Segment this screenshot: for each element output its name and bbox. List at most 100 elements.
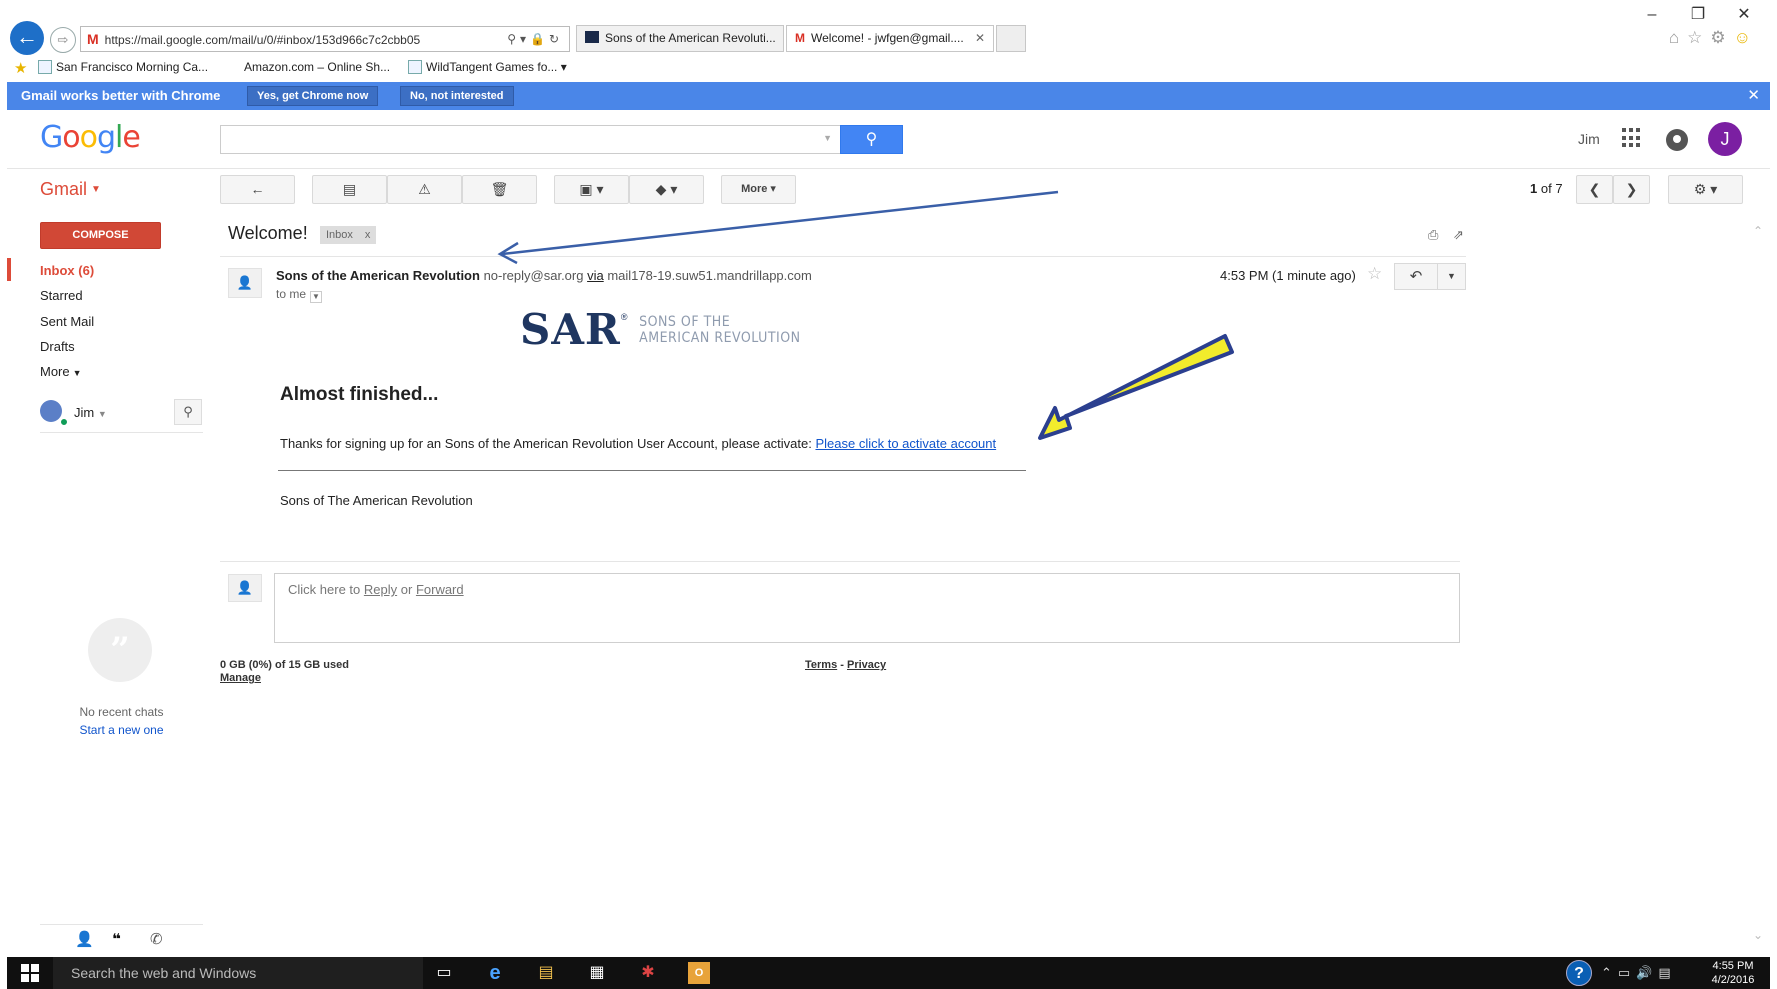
registered-mark-icon: ® <box>620 312 628 322</box>
older-button[interactable]: ❯ <box>1613 175 1650 204</box>
store-icon[interactable]: ▦ <box>586 962 608 984</box>
hangouts-user[interactable]: Jim ▼ <box>74 405 107 420</box>
internet-explorer-icon[interactable]: e <box>484 962 506 984</box>
message-subject: Welcome! <box>228 223 308 243</box>
compose-button[interactable]: COMPOSE <box>40 222 161 249</box>
gmail-menu[interactable]: Gmail ▼ <box>40 179 101 200</box>
task-view-icon[interactable]: ▭ <box>433 962 455 984</box>
show-details-icon[interactable]: ▼ <box>310 291 323 303</box>
reply-button[interactable]: ↶ <box>1394 263 1438 290</box>
favorite-link[interactable]: WildTangent Games fo... ▾ <box>408 60 567 74</box>
forward-button[interactable]: ⇨ <box>50 27 76 53</box>
report-spam-button[interactable]: ⚠ <box>387 175 462 204</box>
windows-start-icon[interactable] <box>21 964 39 982</box>
taskbar-clock[interactable]: 4:55 PM 4/2/2016 <box>1707 959 1759 987</box>
sar-logo-subtitle: SONS OF THE AMERICAN REVOLUTION <box>639 314 801 346</box>
message-more-button[interactable]: ▼ <box>1438 263 1466 290</box>
divider <box>220 256 1466 257</box>
not-interested-button[interactable]: No, not interested <box>400 86 514 106</box>
chevron-down-icon: ▼ <box>72 368 82 378</box>
sender-name[interactable]: Sons of the American Revolution <box>276 268 480 283</box>
search-button[interactable]: ⚲ <box>840 125 903 154</box>
file-explorer-icon[interactable]: ▤ <box>535 962 557 984</box>
reply-link[interactable]: Reply <box>364 582 397 597</box>
browser-chrome: – ❐ ✕ ← ⇨ Mhttps://mail.google.com/mail/… <box>0 0 1777 56</box>
chevron-down-icon: ▼ <box>1447 271 1456 281</box>
settings-gear-icon[interactable]: ⚙ <box>1710 28 1733 47</box>
sar-logo: SAR® SONS OF THE AMERICAN REVOLUTION <box>520 308 801 352</box>
sidebar-item-more[interactable]: More ▼ <box>40 364 82 379</box>
archive-button[interactable]: ▤ <box>312 175 387 204</box>
account-name[interactable]: Jim <box>1578 131 1600 147</box>
settings-button[interactable]: ⚙ ▾ <box>1668 175 1743 204</box>
move-to-button[interactable]: ▣ ▾ <box>554 175 629 204</box>
sidebar-item-drafts[interactable]: Drafts <box>40 339 75 354</box>
remove-label-icon[interactable]: x <box>365 229 371 241</box>
notifications-icon[interactable] <box>1666 129 1688 151</box>
taskbar-search[interactable]: Search the web and Windows <box>53 957 423 989</box>
favorite-link[interactable]: Amazon.com – Online Sh... <box>244 60 390 74</box>
favorites-star-icon[interactable]: ★ <box>14 59 27 77</box>
back-button[interactable]: ← <box>10 21 44 55</box>
phone-icon[interactable]: ✆ <box>150 930 163 948</box>
sidebar-item-inbox[interactable]: Inbox (6) <box>40 263 94 278</box>
hangouts-icon[interactable]: ❝ <box>112 930 121 948</box>
logo-letter: o <box>79 120 98 155</box>
favorites-star-icon[interactable]: ☆ <box>1687 28 1710 47</box>
hangouts-search-button[interactable]: ⚲ <box>174 399 202 425</box>
contacts-icon[interactable]: 👤 <box>75 930 94 948</box>
chevron-down-icon: ▼ <box>91 184 101 195</box>
get-chrome-button[interactable]: Yes, get Chrome now <box>247 86 379 106</box>
outlook-icon[interactable]: O <box>688 962 710 984</box>
via-link[interactable]: via <box>587 268 604 283</box>
close-tab-icon[interactable]: ✕ <box>975 26 985 51</box>
gmail-favicon-icon: M <box>87 31 99 47</box>
privacy-link[interactable]: Privacy <box>847 659 886 671</box>
close-icon[interactable]: ✕ <box>1747 86 1760 104</box>
restore-button[interactable]: ❐ <box>1678 4 1718 26</box>
minimize-button[interactable]: – <box>1632 4 1672 26</box>
sar-logo-main: SAR <box>520 305 621 354</box>
close-window-button[interactable]: ✕ <box>1724 4 1764 26</box>
reply-box[interactable]: Click here to Reply or Forward <box>274 573 1460 643</box>
sidebar-item-starred[interactable]: Starred <box>40 288 83 303</box>
selected-indicator <box>7 258 11 281</box>
print-icon[interactable]: ⎙ <box>1428 227 1438 243</box>
home-icon[interactable]: ⌂ <box>1669 28 1687 47</box>
address-bar[interactable]: Mhttps://mail.google.com/mail/u/0/#inbox… <box>80 26 570 52</box>
favorite-link[interactable]: San Francisco Morning Ca... <box>38 60 208 74</box>
app-icon[interactable]: ✱ <box>637 962 659 984</box>
scroll-down-icon[interactable]: ⌄ <box>1753 928 1763 942</box>
feedback-smiley-icon[interactable]: ☺ <box>1734 28 1759 47</box>
avatar[interactable]: J <box>1708 122 1742 156</box>
more-actions-button[interactable]: More ▾ <box>721 175 796 204</box>
inbox-label-chip[interactable]: Inbox x <box>320 226 377 244</box>
sidebar-item-sent[interactable]: Sent Mail <box>40 314 94 329</box>
star-icon[interactable]: ☆ <box>1367 264 1382 284</box>
logo-letter: G <box>40 120 63 155</box>
manage-storage-link[interactable]: Manage <box>220 672 261 684</box>
new-tab-button[interactable] <box>996 25 1026 52</box>
activate-account-link[interactable]: Please click to activate account <box>815 436 996 451</box>
email-body: Thanks for signing up for an Sons of the… <box>280 436 996 451</box>
back-to-inbox-button[interactable]: ← <box>220 175 295 204</box>
scroll-up-icon[interactable]: ⌃ <box>1753 224 1763 238</box>
google-logo[interactable]: Google <box>40 120 141 155</box>
newer-button[interactable]: ❮ <box>1576 175 1613 204</box>
start-new-chat-link[interactable]: Start a new one <box>40 723 203 737</box>
labels-button[interactable]: ◆ ▾ <box>629 175 704 204</box>
tab-sar[interactable]: Sons of the American Revoluti... <box>576 25 784 52</box>
forward-link[interactable]: Forward <box>416 582 464 597</box>
tab-gmail[interactable]: M Welcome! - jwfgen@gmail.... ✕ <box>786 25 994 52</box>
apps-grid-icon[interactable] <box>1622 128 1642 148</box>
address-tools-icon[interactable]: ⚲▾🔒↻ <box>507 27 563 51</box>
hangouts-avatar[interactable] <box>40 400 62 422</box>
help-icon[interactable]: ? <box>1566 960 1592 986</box>
search-options-icon[interactable]: ▼ <box>823 133 832 143</box>
delete-button[interactable]: 🗑 <box>462 175 537 204</box>
terms-link[interactable]: Terms <box>805 659 837 671</box>
tray-icons[interactable]: ⌃▭🔊▤ <box>1601 965 1677 981</box>
search-input[interactable]: ▼ <box>220 125 840 154</box>
favorite-label: WildTangent Games fo... <box>426 60 558 74</box>
new-window-icon[interactable]: ⇗ <box>1453 227 1464 243</box>
